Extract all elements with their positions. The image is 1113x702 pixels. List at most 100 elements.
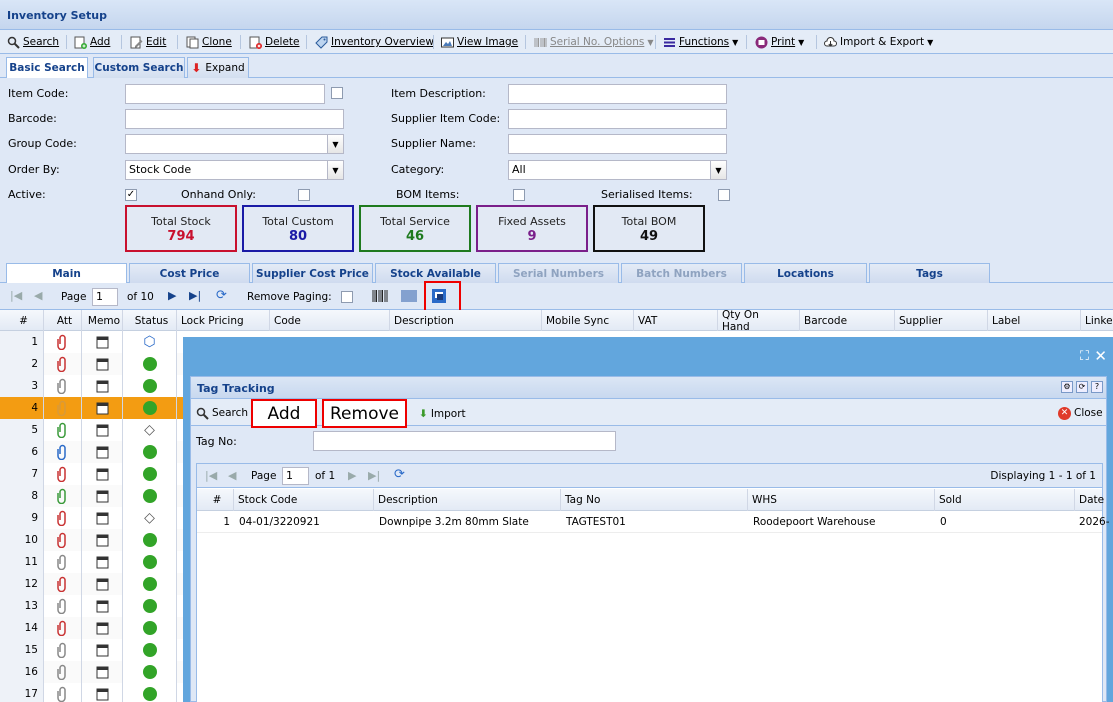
memo-icon[interactable] — [82, 331, 123, 353]
barcode-icon[interactable] — [372, 289, 388, 306]
tag-tracking-icon[interactable] — [431, 288, 447, 307]
tab-tags[interactable]: Tags — [869, 263, 990, 283]
import-export-button[interactable]: Import & Export ▼ — [824, 34, 933, 50]
refresh-icon[interactable]: ⟳ — [394, 467, 405, 482]
tab-cost-price[interactable]: Cost Price — [129, 263, 250, 283]
last-page-icon[interactable]: ▶| — [189, 289, 201, 302]
view-image-button[interactable]: View Image — [441, 34, 518, 50]
tag-add-button[interactable]: Add — [251, 399, 317, 428]
tab-stock-available[interactable]: Stock Available — [375, 263, 496, 283]
tab-basic-search[interactable]: Basic Search — [6, 57, 88, 78]
supplier-item-code-input[interactable] — [508, 109, 727, 129]
refresh-icon[interactable]: ⟳ — [216, 288, 227, 303]
paperclip-icon[interactable] — [44, 397, 82, 419]
tag-remove-button[interactable]: Remove — [322, 399, 407, 428]
gear-icon[interactable]: ⚙ — [1061, 381, 1073, 393]
remove-paging-checkbox[interactable] — [341, 291, 353, 303]
memo-icon[interactable] — [82, 397, 123, 419]
item-code-checkbox[interactable] — [331, 87, 343, 99]
total-bom-box[interactable]: Total BOM 49 — [593, 205, 705, 252]
paperclip-icon[interactable] — [44, 661, 82, 683]
paperclip-icon[interactable] — [44, 441, 82, 463]
tab-main[interactable]: Main — [6, 263, 127, 283]
serial-no-options-button[interactable]: Serial No. Options ▼ — [534, 34, 654, 50]
bom-items-checkbox[interactable] — [513, 189, 525, 201]
help-icon[interactable]: ? — [1091, 381, 1103, 393]
paperclip-icon[interactable] — [44, 529, 82, 551]
memo-icon[interactable] — [82, 485, 123, 507]
table-row[interactable]: 13 — [0, 595, 183, 617]
paperclip-icon[interactable] — [44, 375, 82, 397]
prev-page-icon[interactable]: ◀ — [228, 469, 236, 482]
table-row[interactable]: 1 ⬡ — [0, 331, 183, 353]
paperclip-icon[interactable] — [44, 595, 82, 617]
serialised-items-checkbox[interactable] — [718, 189, 730, 201]
serial-barcode-icon[interactable] — [401, 289, 417, 306]
table-row[interactable]: 1 04-01/3220921 Downpipe 3.2m 80mm Slate… — [197, 512, 1110, 533]
tag-no-input[interactable] — [313, 431, 616, 451]
table-row[interactable]: 17 — [0, 683, 183, 702]
table-row[interactable]: 7 — [0, 463, 183, 485]
first-page-icon[interactable]: |◀ — [10, 289, 22, 302]
table-row[interactable]: 14 — [0, 617, 183, 639]
memo-icon[interactable] — [82, 507, 123, 529]
memo-icon[interactable] — [82, 573, 123, 595]
expand-button[interactable]: ⬇ Expand — [187, 57, 249, 78]
table-row[interactable]: 11 — [0, 551, 183, 573]
memo-icon[interactable] — [82, 683, 123, 702]
table-row[interactable]: 4 — [0, 397, 183, 419]
paperclip-icon[interactable] — [44, 353, 82, 375]
supplier-name-input[interactable] — [508, 134, 727, 154]
memo-icon[interactable] — [82, 639, 123, 661]
table-row[interactable]: 16 — [0, 661, 183, 683]
barcode-input[interactable] — [125, 109, 344, 129]
total-custom-box[interactable]: Total Custom 80 — [242, 205, 354, 252]
paperclip-icon[interactable] — [44, 419, 82, 441]
memo-icon[interactable] — [82, 353, 123, 375]
maximize-icon[interactable]: ⛶ — [1080, 349, 1089, 364]
table-row[interactable]: 8 — [0, 485, 183, 507]
paperclip-icon[interactable] — [44, 551, 82, 573]
fixed-assets-box[interactable]: Fixed Assets 9 — [476, 205, 588, 252]
table-row[interactable]: 12 — [0, 573, 183, 595]
close-icon[interactable]: ✕ — [1094, 347, 1107, 365]
order-by-select[interactable]: Stock Code ▼ — [125, 160, 344, 180]
active-checkbox[interactable]: ✓ — [125, 189, 137, 201]
total-service-box[interactable]: Total Service 46 — [359, 205, 471, 252]
onhand-only-checkbox[interactable] — [298, 189, 310, 201]
memo-icon[interactable] — [82, 375, 123, 397]
page-input[interactable]: 1 — [92, 288, 118, 306]
table-row[interactable]: 6 — [0, 441, 183, 463]
tab-serial-numbers[interactable]: Serial Numbers — [498, 263, 619, 283]
item-description-input[interactable] — [508, 84, 727, 104]
tag-close-button[interactable]: ✕ Close — [1058, 405, 1103, 421]
tag-search-button[interactable]: Search — [196, 405, 248, 421]
memo-icon[interactable] — [82, 617, 123, 639]
tab-supplier-cost-price[interactable]: Supplier Cost Price — [252, 263, 373, 283]
tab-batch-numbers[interactable]: Batch Numbers — [621, 263, 742, 283]
next-page-icon[interactable]: ▶ — [348, 469, 356, 482]
functions-button[interactable]: Functions ▼ — [663, 34, 738, 50]
paperclip-icon[interactable] — [44, 507, 82, 529]
paperclip-icon[interactable] — [44, 617, 82, 639]
paperclip-icon[interactable] — [44, 463, 82, 485]
tab-custom-search[interactable]: Custom Search — [93, 57, 185, 78]
memo-icon[interactable] — [82, 463, 123, 485]
memo-icon[interactable] — [82, 661, 123, 683]
inventory-overview-button[interactable]: Inventory Overview — [315, 34, 434, 50]
paperclip-icon[interactable] — [44, 573, 82, 595]
table-row[interactable]: 10 — [0, 529, 183, 551]
total-stock-box[interactable]: Total Stock 794 — [125, 205, 237, 252]
table-row[interactable]: 2 — [0, 353, 183, 375]
memo-icon[interactable] — [82, 595, 123, 617]
first-page-icon[interactable]: |◀ — [205, 469, 217, 482]
print-button[interactable]: Print ▼ — [755, 34, 804, 50]
tag-page-input[interactable]: 1 — [282, 467, 309, 485]
table-row[interactable]: 15 — [0, 639, 183, 661]
table-row[interactable]: 9 ◇ — [0, 507, 183, 529]
last-page-icon[interactable]: ▶| — [368, 469, 380, 482]
edit-button[interactable]: Edit — [130, 34, 166, 50]
paperclip-icon[interactable] — [44, 485, 82, 507]
paperclip-icon[interactable] — [44, 331, 82, 353]
tab-locations[interactable]: Locations — [744, 263, 867, 283]
